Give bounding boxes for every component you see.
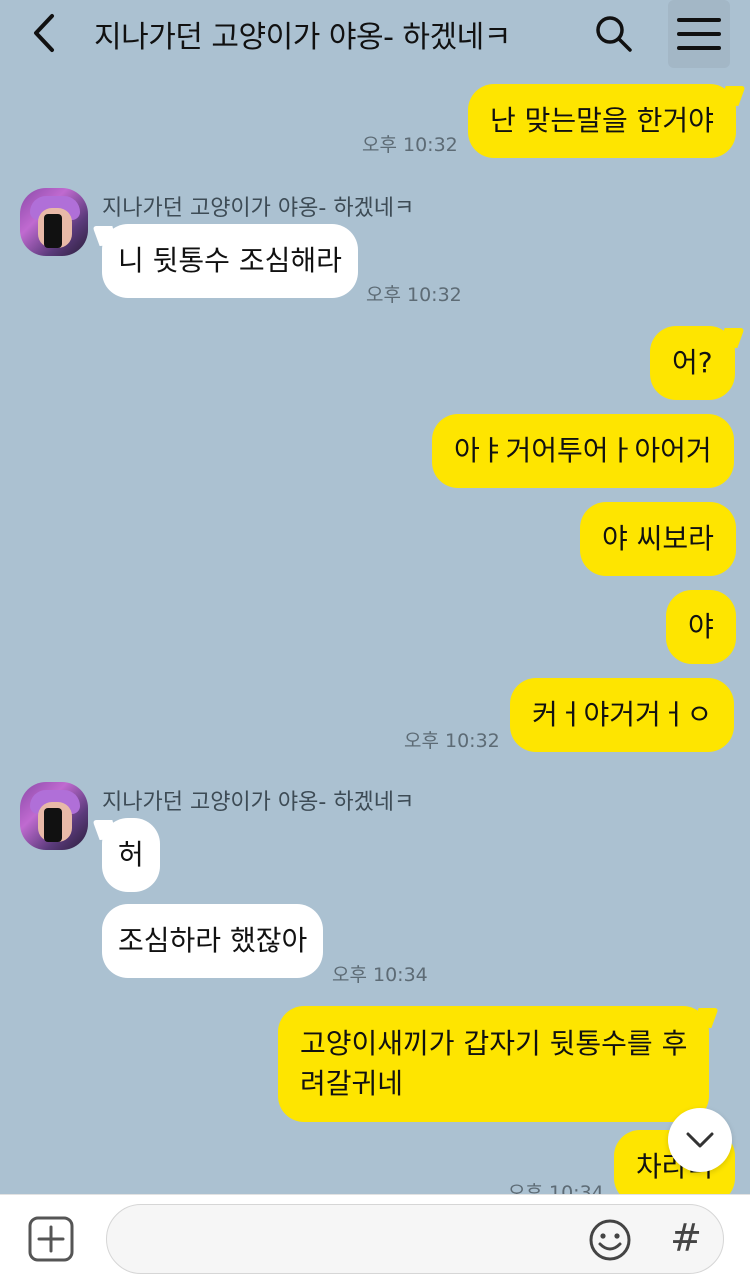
chevron-left-icon	[34, 14, 54, 52]
my-message-bubble[interactable]: 어?	[650, 326, 735, 400]
search-button[interactable]	[588, 8, 640, 60]
their-message-bubble[interactable]: 허	[102, 818, 160, 892]
sender-name: 지나가던 고양이가 야옹- 하겠네ㅋ	[102, 790, 415, 815]
sender-name: 지나가던 고양이가 야옹- 하겠네ㅋ	[102, 196, 415, 221]
message-time: 오후 10:32	[366, 284, 462, 306]
message-time: 오후 10:34	[332, 964, 428, 986]
hamburger-menu-icon	[677, 18, 721, 50]
add-attachment-button[interactable]	[28, 1216, 74, 1262]
my-message-bubble[interactable]: 커ㅓ야거거ㅓㅇ	[510, 678, 735, 752]
my-message-bubble[interactable]: 아ㅑ거어투어ㅏ아어거	[432, 414, 734, 488]
chevron-down-icon	[686, 1132, 714, 1148]
scroll-to-bottom-button[interactable]	[668, 1108, 732, 1172]
menu-button[interactable]	[668, 0, 730, 68]
smiley-icon	[589, 1219, 631, 1261]
message-time: 오후 10:32	[362, 134, 458, 156]
my-message-bubble[interactable]: 난 맞는말을 한거야	[468, 84, 736, 158]
my-message-bubble[interactable]: 야	[666, 590, 736, 664]
my-message-bubble[interactable]: 고양이새끼가 갑자기 뒷통수를 후 려갈귀네	[278, 1006, 710, 1122]
hashtag-search-button[interactable]: #	[664, 1210, 708, 1266]
message-time: 오후 10:32	[404, 730, 500, 752]
chat-title: 지나가던 고양이가 야옹- 하겠네ㅋ	[94, 20, 511, 55]
message-input[interactable]	[107, 1205, 615, 1273]
search-icon	[596, 16, 632, 52]
emoji-button[interactable]	[588, 1218, 632, 1262]
message-line: 고양이새끼가 갑자기 뒷통수를 후	[300, 1027, 688, 1060]
their-message-bubble[interactable]: 니 뒷통수 조심해라	[102, 224, 358, 298]
plus-square-icon	[28, 1216, 74, 1262]
sender-avatar[interactable]	[20, 782, 88, 850]
message-line: 려갈귀네	[300, 1067, 404, 1100]
my-message-bubble[interactable]: 야 씨보라	[580, 502, 736, 576]
back-button[interactable]	[22, 10, 66, 56]
sender-avatar[interactable]	[20, 188, 88, 256]
their-message-bubble[interactable]: 조심하라 했잖아	[102, 904, 324, 978]
